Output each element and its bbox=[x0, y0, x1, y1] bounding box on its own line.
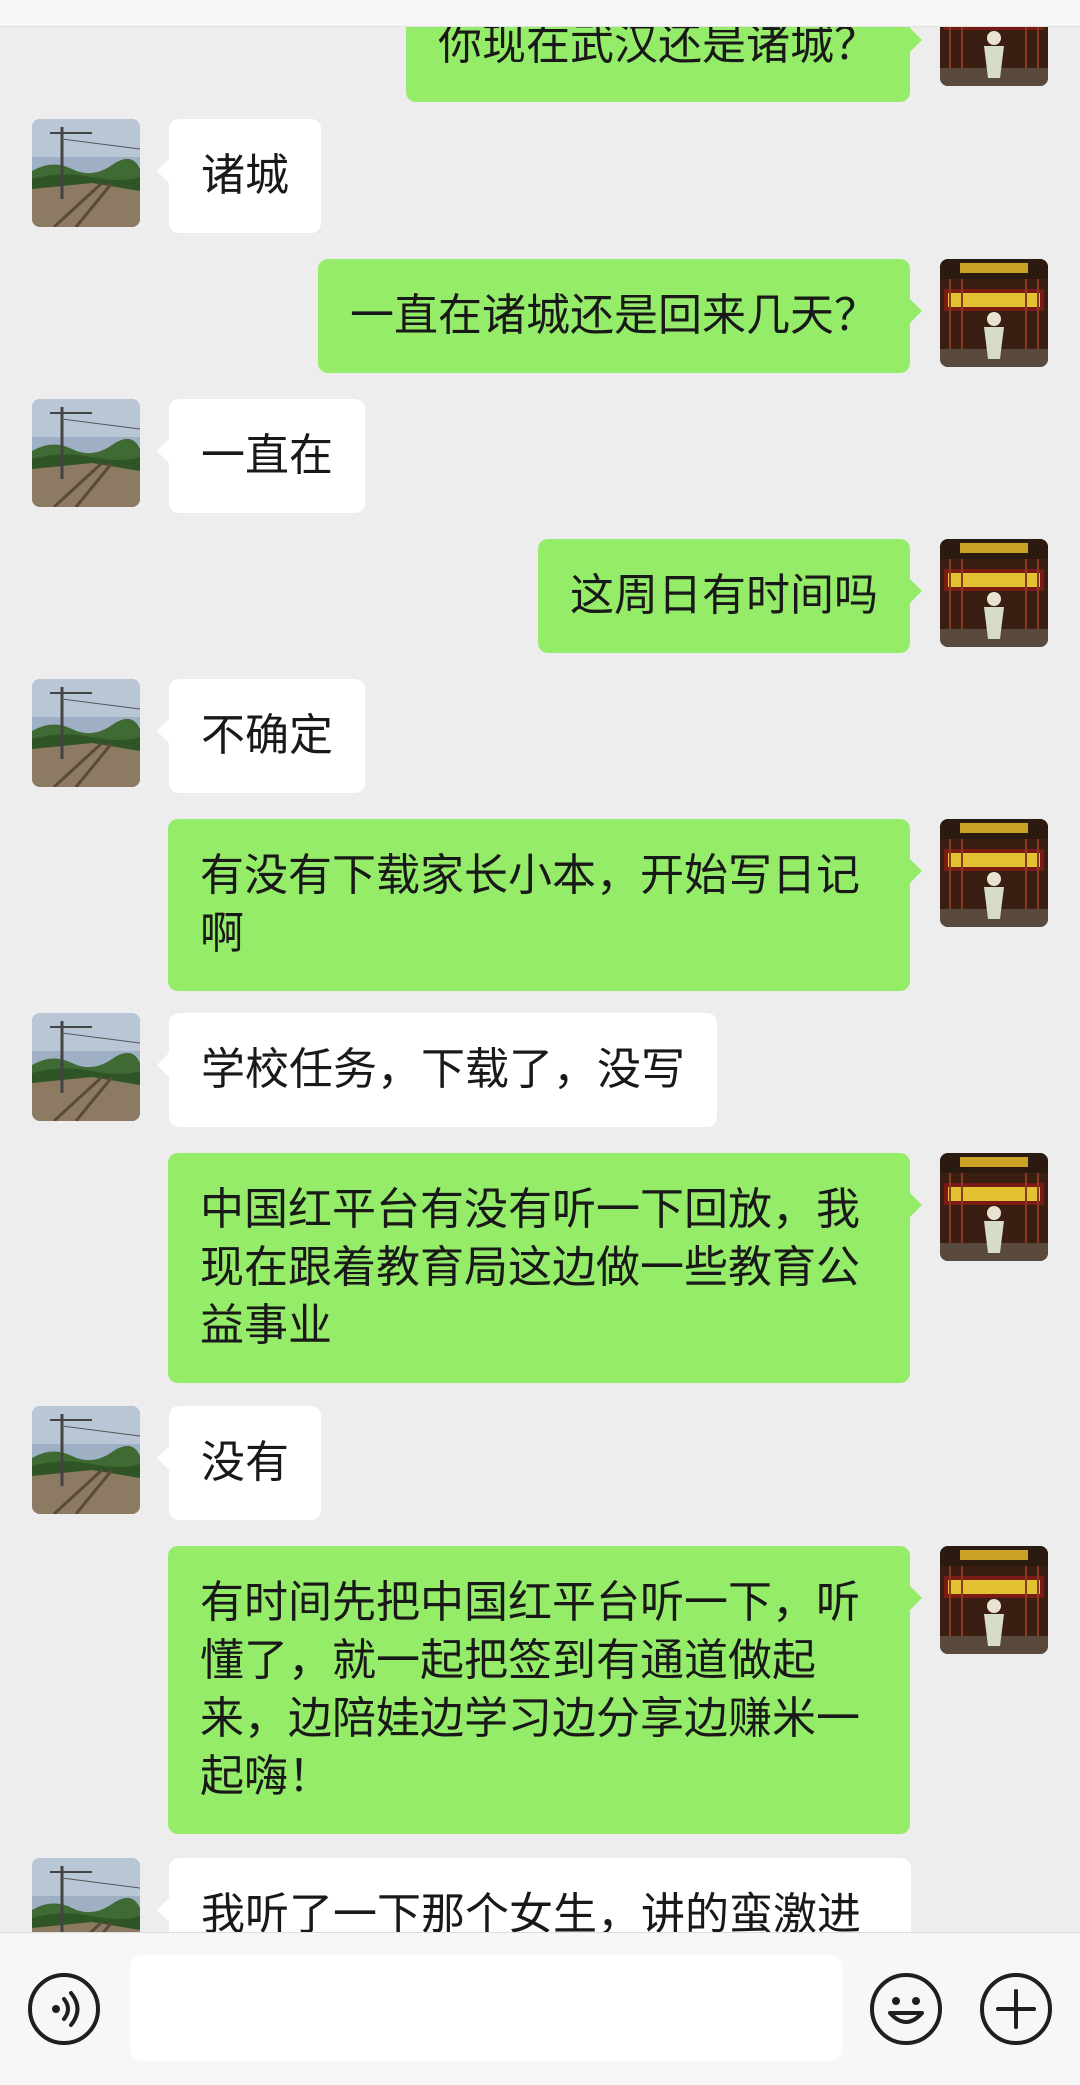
more-functions-button[interactable] bbox=[980, 1973, 1052, 2045]
contact-avatar[interactable] bbox=[32, 1858, 140, 1932]
message-text: 有时间先把中国红平台听一下，听懂了，就一起把签到有通道做起来，边陪娃边学习边分享… bbox=[200, 1577, 860, 1802]
emoji-icon bbox=[888, 1997, 924, 2024]
my-avatar[interactable] bbox=[940, 819, 1048, 927]
my-avatar[interactable] bbox=[940, 1546, 1048, 1654]
outgoing-message-bubble[interactable]: 有时间先把中国红平台听一下，听懂了，就一起把签到有通道做起来，边陪娃边学习边分享… bbox=[168, 1546, 922, 1834]
contact-avatar[interactable] bbox=[32, 399, 140, 507]
message-text: 一直在诸城还是回来几天？ bbox=[350, 290, 878, 341]
message-text: 学校任务，下载了，没写 bbox=[201, 1044, 685, 1095]
outgoing-message-bubble[interactable]: 这周日有时间吗 bbox=[538, 539, 922, 653]
message-text: 我听了一下那个女生，讲的蛮激进 bbox=[201, 1889, 861, 1932]
incoming-message-bubble[interactable]: 一直在 bbox=[157, 399, 365, 513]
status-strip bbox=[0, 0, 1080, 27]
incoming-message-bubble[interactable]: 诸城 bbox=[157, 119, 321, 233]
message-text: 诸城 bbox=[201, 150, 289, 201]
message-text-input[interactable] bbox=[130, 1955, 842, 2061]
outgoing-message-bubble[interactable]: 一直在诸城还是回来几天？ bbox=[318, 259, 922, 373]
outgoing-message-bubble[interactable]: 有没有下载家长小本，开始写日记啊 bbox=[168, 819, 922, 991]
message-text: 不确定 bbox=[201, 710, 333, 761]
incoming-message-bubble[interactable]: 我听了一下那个女生，讲的蛮激进 bbox=[157, 1858, 911, 1932]
my-avatar[interactable] bbox=[940, 259, 1048, 367]
contact-avatar[interactable] bbox=[32, 679, 140, 787]
incoming-message-bubble[interactable]: 学校任务，下载了，没写 bbox=[157, 1013, 717, 1127]
contact-avatar[interactable] bbox=[32, 1406, 140, 1514]
contact-avatar[interactable] bbox=[32, 1013, 140, 1121]
message-text: 有没有下载家长小本，开始写日记啊 bbox=[200, 850, 860, 959]
incoming-message-bubble[interactable]: 不确定 bbox=[157, 679, 365, 793]
message-text: 一直在 bbox=[201, 430, 333, 481]
message-input-bar bbox=[0, 1932, 1080, 2085]
incoming-message-bubble[interactable]: 没有 bbox=[157, 1406, 321, 1520]
outgoing-message-bubble[interactable]: 中国红平台有没有听一下回放，我现在跟着教育局这边做一些教育公益事业 bbox=[168, 1153, 922, 1383]
chat-message-list[interactable]: 你现在武汉还是诸城？ 诸城 一直在诸城还是回来几天？ 一直在 这周日有时间吗 不… bbox=[0, 0, 1080, 1932]
my-avatar[interactable] bbox=[940, 539, 1048, 647]
contact-avatar[interactable] bbox=[32, 119, 140, 227]
my-avatar[interactable] bbox=[940, 1153, 1048, 1261]
message-text: 中国红平台有没有听一下回放，我现在跟着教育局这边做一些教育公益事业 bbox=[200, 1184, 860, 1351]
message-text: 没有 bbox=[201, 1437, 289, 1488]
emoji-button[interactable] bbox=[870, 1973, 942, 2045]
voice-icon bbox=[52, 1991, 80, 2027]
message-text: 这周日有时间吗 bbox=[570, 570, 878, 621]
voice-input-button[interactable] bbox=[28, 1973, 100, 2045]
plus-icon bbox=[996, 1989, 1036, 2029]
